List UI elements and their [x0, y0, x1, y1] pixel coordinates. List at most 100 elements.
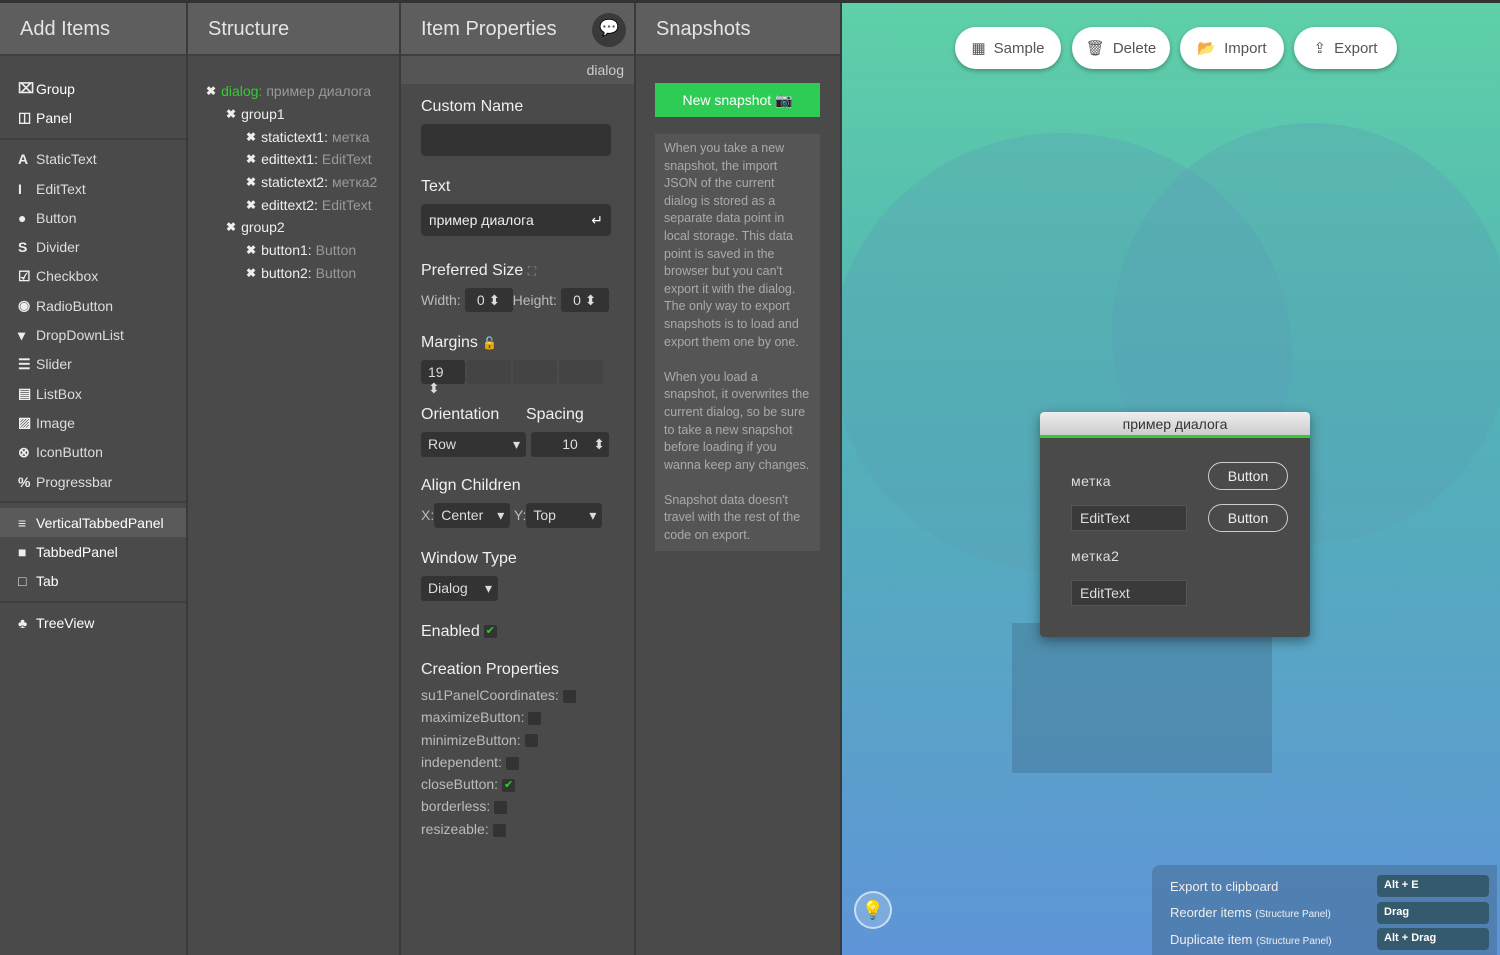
button1[interactable]: Button — [1208, 462, 1288, 490]
enabled-checkbox[interactable]: ✔ — [483, 625, 497, 639]
share-icon: ⇪ — [1313, 40, 1327, 57]
remove-icon[interactable]: ✖ — [246, 152, 256, 166]
add-item-label: Button — [36, 209, 77, 226]
export-button[interactable]: ⇪ Export — [1294, 27, 1397, 69]
orientation-value: Row — [428, 436, 457, 452]
tree-node[interactable]: ✖ statictext2: метка2 — [206, 171, 399, 194]
margin-right-stepper[interactable] — [467, 360, 511, 384]
sample-button[interactable]: ▦ Sample — [955, 27, 1061, 69]
width-stepper[interactable]: 0 ⬍ — [464, 288, 513, 312]
add-item-divider[interactable]: S Divider — [0, 232, 186, 261]
node-value: EditText — [321, 196, 372, 213]
orientation-select[interactable]: Row ▾ — [421, 432, 526, 457]
add-item-progressbar[interactable]: % Progressbar — [0, 467, 186, 496]
delete-button[interactable]: 🗑 Delete — [1072, 27, 1170, 69]
add-item-label: EditText — [36, 180, 86, 197]
window-type-select[interactable]: Dialog ▾ — [421, 576, 498, 601]
tree-node[interactable]: ✖ group2 — [206, 216, 399, 239]
add-item-image[interactable]: ▨ Image — [0, 408, 186, 437]
add-item-tab[interactable]: □ Tab — [0, 567, 186, 596]
creation-property-checkbox[interactable]: ✔ — [502, 778, 516, 792]
add-item-tabbedpanel[interactable]: ■ TabbedPanel — [0, 537, 186, 566]
height-stepper[interactable]: 0 ⬍ — [560, 288, 609, 312]
tree-node[interactable]: ✖ dialog: пример диалога — [206, 80, 399, 103]
shortcut-row: Reorder items (Structure Panel) Drag — [1170, 900, 1489, 927]
remove-icon[interactable]: ✖ — [246, 198, 256, 212]
add-item-verticaltabbedpanel[interactable]: ≡ VerticalTabbedPanel — [0, 508, 186, 538]
shortcut-key: Alt + Drag — [1377, 928, 1489, 951]
add-item-statictext[interactable]: A StaticText — [0, 145, 186, 174]
remove-icon[interactable]: ✖ — [206, 84, 216, 98]
add-item-radiobutton[interactable]: ◉ RadioButton — [0, 291, 186, 320]
add-item-label: Panel — [36, 109, 72, 126]
tree-node[interactable]: ✖ edittext1: EditText — [206, 148, 399, 171]
add-item-label: VerticalTabbedPanel — [36, 514, 164, 531]
statictext1[interactable]: метка — [1071, 473, 1111, 489]
collapse-icon[interactable]: ⛶ — [528, 264, 536, 278]
creation-property-checkbox[interactable] — [492, 823, 506, 837]
remove-icon[interactable]: ✖ — [246, 130, 256, 144]
creation-property-checkbox[interactable] — [562, 689, 576, 703]
add-item-button[interactable]: ● Button — [0, 203, 186, 232]
tree-node[interactable]: ✖ button2: Button — [206, 262, 399, 285]
align-x-select[interactable]: Center ▾ — [434, 503, 511, 528]
node-value: Button — [315, 264, 357, 281]
text-value: пример диалога — [429, 212, 534, 228]
add-item-panel[interactable]: ◫ Panel — [0, 103, 186, 132]
button2[interactable]: Button — [1208, 504, 1288, 532]
remove-icon[interactable]: ✖ — [246, 243, 256, 257]
text-input[interactable]: пример диалога ↵ — [421, 204, 611, 236]
margin-top-stepper[interactable]: 19 ⬍ — [421, 360, 465, 396]
snapshots-panel: Snapshots New snapshot 📷 When you take a… — [636, 3, 842, 955]
add-item-edittext[interactable]: I EditText — [0, 174, 186, 203]
custom-name-label: Custom Name — [421, 98, 524, 115]
creation-property: minimizeButton: — [421, 732, 634, 754]
add-item-treeview[interactable]: ♣ TreeView — [0, 608, 186, 637]
add-item-dropdownlist[interactable]: ▾ DropDownList — [0, 320, 186, 349]
add-item-slider[interactable]: ☰ Slider — [0, 350, 186, 379]
remove-icon[interactable]: ✖ — [226, 220, 236, 234]
dialog-preview: пример диалога метка EditText метка2 Edi… — [1040, 412, 1310, 637]
checkbox-icon: ☑ — [18, 267, 31, 284]
creation-property-label: borderless: — [421, 798, 491, 815]
tree-node[interactable]: ✖ edittext2: EditText — [206, 193, 399, 216]
add-item-label: Slider — [36, 356, 72, 373]
add-item-listbox[interactable]: ▤ ListBox — [0, 379, 186, 408]
folder-icon: 📂 — [1197, 40, 1217, 57]
creation-property-checkbox[interactable] — [494, 801, 508, 815]
creation-property-checkbox[interactable] — [528, 712, 542, 726]
margin-bottom-stepper[interactable] — [513, 360, 557, 384]
align-y-select[interactable]: Top ▾ — [526, 503, 603, 528]
remove-icon[interactable]: ✖ — [226, 107, 236, 121]
add-item-checkbox[interactable]: ☑ Checkbox — [0, 262, 186, 291]
import-button[interactable]: 📂 Import — [1180, 27, 1284, 69]
comment-icon[interactable]: 💬 — [592, 13, 626, 47]
creation-property-checkbox[interactable] — [505, 756, 519, 770]
enabled-label: Enabled — [421, 623, 480, 640]
add-item-group[interactable]: ⌧ Group — [0, 74, 186, 103]
edittext1[interactable]: EditText — [1071, 505, 1187, 531]
tree-node[interactable]: ✖ button1: Button — [206, 239, 399, 262]
margin-left-stepper[interactable] — [559, 360, 603, 384]
custom-name-input[interactable] — [421, 124, 611, 156]
tree-node[interactable]: ✖ statictext1: метка — [206, 125, 399, 148]
text-label: Text — [421, 178, 451, 195]
unlock-icon[interactable]: 🔓 — [482, 336, 497, 350]
tips-button[interactable]: 💡 — [854, 891, 892, 929]
edittext2[interactable]: EditText — [1071, 580, 1187, 606]
spacing-stepper[interactable]: 10 ⬍ — [531, 432, 609, 457]
window-type-value: Dialog — [428, 580, 468, 596]
new-snapshot-button[interactable]: New snapshot 📷 — [655, 83, 820, 117]
statictext2[interactable]: метка2 — [1071, 548, 1119, 564]
tree-node[interactable]: ✖ group1 — [206, 103, 399, 126]
creation-property-checkbox[interactable] — [524, 734, 538, 748]
divider — [0, 137, 186, 140]
remove-icon[interactable]: ✖ — [246, 266, 256, 280]
node-name: group1 — [241, 106, 285, 123]
slider-icon: ☰ — [18, 355, 31, 372]
listbox-icon: ▤ — [18, 385, 32, 402]
enter-icon[interactable]: ↵ — [591, 212, 603, 228]
remove-icon[interactable]: ✖ — [246, 175, 256, 189]
add-item-iconbutton[interactable]: ⊗ IconButton — [0, 438, 186, 467]
node-value: метка2 — [331, 174, 378, 191]
